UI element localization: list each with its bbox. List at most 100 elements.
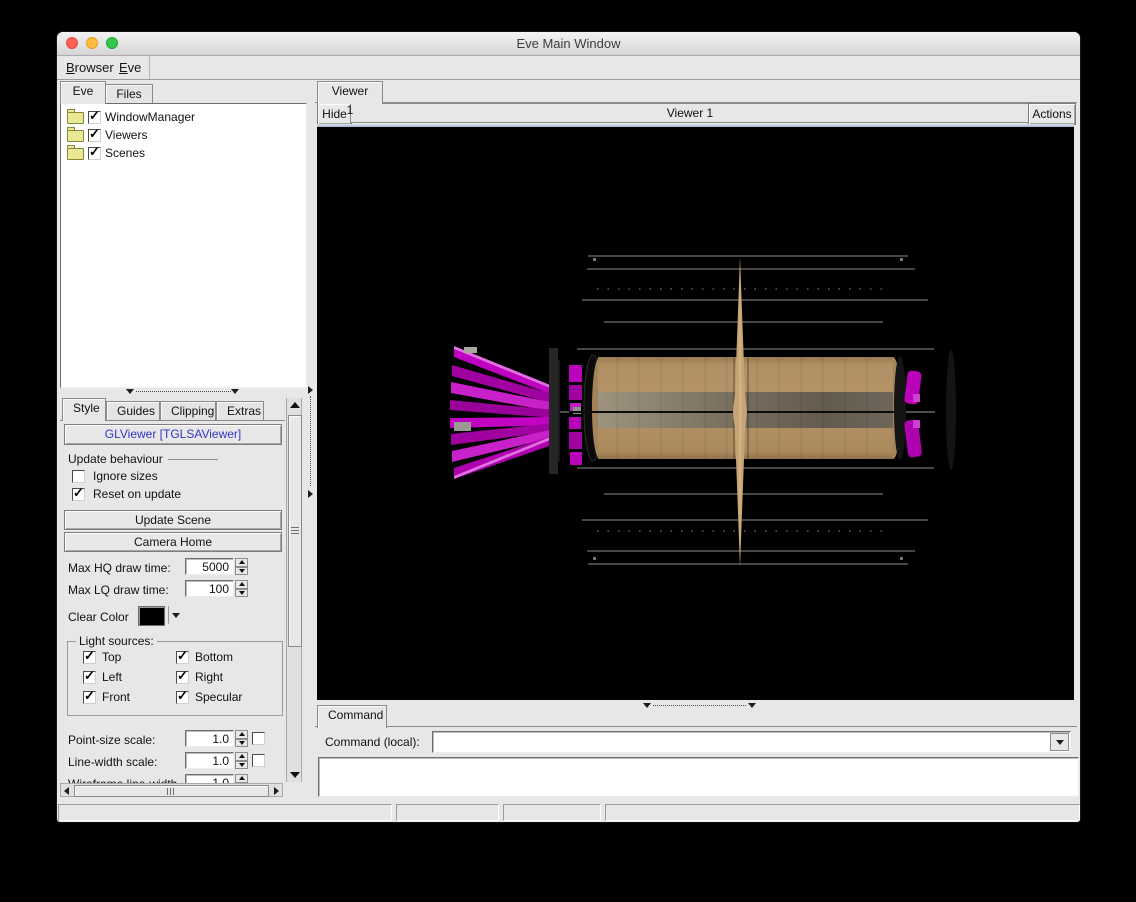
max-hq-input[interactable]: 5000 — [185, 558, 234, 575]
spin-down-icon[interactable] — [235, 760, 248, 769]
light-right-checkbox[interactable] — [176, 668, 189, 684]
reset-on-update-checkbox[interactable] — [72, 485, 85, 501]
line-width-checkbox[interactable] — [252, 754, 265, 767]
tab-extras[interactable]: Extras — [216, 401, 264, 421]
scroll-left-icon[interactable] — [64, 787, 69, 795]
color-dropdown-icon[interactable] — [172, 613, 180, 618]
folder-icon — [67, 145, 84, 160]
max-lq-input[interactable]: 100 — [185, 580, 234, 597]
menu-browser[interactable]: Browser — [63, 59, 117, 76]
tab-viewer-1[interactable]: Viewer 1 — [317, 81, 383, 117]
ignore-sizes-label: Ignore sizes — [93, 469, 158, 483]
style-panel: GLViewer [TGLSAViewer] Update behaviour … — [60, 420, 285, 783]
light-front-row[interactable]: Front — [83, 688, 131, 704]
window-title: Eve Main Window — [516, 36, 621, 51]
tab-clipping[interactable]: Clipping — [160, 401, 216, 421]
spin-up-icon[interactable] — [235, 752, 248, 761]
scroll-up-icon[interactable] — [290, 402, 300, 408]
spin-up-icon[interactable] — [235, 580, 248, 589]
light-bottom-label: Bottom — [195, 650, 234, 664]
light-right-row[interactable]: Right — [176, 668, 224, 684]
light-specular-row[interactable]: Specular — [176, 688, 243, 704]
detector-3d-render[interactable] — [317, 124, 1074, 700]
style-horizontal-scrollbar[interactable] — [60, 783, 283, 797]
max-hq-spinner[interactable] — [235, 558, 248, 575]
windowmanager-checkbox[interactable] — [88, 108, 101, 124]
ignore-sizes-row[interactable]: Ignore sizes — [72, 469, 158, 483]
splitter-arrow-icon — [126, 389, 134, 394]
light-front-label: Front — [102, 690, 131, 704]
splitter-arrow-icon — [643, 703, 651, 708]
point-size-input[interactable]: 1.0 — [185, 730, 234, 747]
spin-down-icon[interactable] — [235, 566, 248, 575]
tab-eve[interactable]: Eve — [60, 81, 106, 104]
max-lq-spinner[interactable] — [235, 580, 248, 597]
viewer-title-bar[interactable]: Viewer 1 — [350, 103, 1030, 123]
viewers-checkbox[interactable] — [88, 126, 101, 142]
left-panel-splitter[interactable] — [60, 387, 305, 396]
command-combobox[interactable] — [432, 731, 1071, 753]
style-vertical-scrollbar[interactable] — [286, 398, 302, 782]
light-left-checkbox[interactable] — [83, 668, 96, 684]
spin-up-icon[interactable] — [235, 730, 248, 739]
ignore-sizes-checkbox[interactable] — [72, 469, 85, 483]
combo-dropdown-button[interactable] — [1050, 733, 1069, 751]
wireframe-spinner[interactable] — [235, 774, 248, 783]
panel-splitter-vertical[interactable] — [306, 386, 315, 498]
light-front-checkbox[interactable] — [83, 688, 96, 704]
titlebar[interactable]: Eve Main Window — [57, 32, 1080, 56]
clear-color-label: Clear Color — [68, 610, 129, 624]
glviewer-button[interactable]: GLViewer [TGLSAViewer] — [64, 424, 282, 445]
scroll-right-icon[interactable] — [274, 787, 279, 795]
light-bottom-row[interactable]: Bottom — [176, 648, 234, 664]
command-tab-rule — [315, 726, 1077, 727]
scrollbar-thumb[interactable] — [74, 785, 269, 797]
splitter-arrow-icon — [748, 703, 756, 708]
spin-down-icon[interactable] — [235, 782, 248, 783]
light-left-row[interactable]: Left — [83, 668, 122, 684]
scroll-down-icon[interactable] — [290, 772, 300, 778]
point-size-checkbox[interactable] — [252, 732, 265, 745]
line-width-spinner[interactable] — [235, 752, 248, 769]
gl-viewport[interactable] — [317, 124, 1074, 700]
thumb-grip — [291, 527, 299, 535]
menu-eve[interactable]: Eve — [116, 59, 144, 76]
tree-item-viewers[interactable]: Viewers — [61, 126, 306, 144]
point-size-label: Point-size scale: — [68, 733, 156, 747]
light-right-label: Right — [195, 670, 224, 684]
tab-command[interactable]: Command — [317, 705, 387, 728]
command-output[interactable] — [318, 757, 1079, 797]
wireframe-input[interactable]: 1.0 — [185, 774, 234, 783]
light-specular-checkbox[interactable] — [176, 688, 189, 704]
inner-endcap-segments — [569, 365, 582, 465]
command-input[interactable] — [435, 734, 1052, 750]
actions-button[interactable]: Actions — [1028, 103, 1076, 125]
tab-files[interactable]: Files — [105, 84, 153, 104]
light-top-checkbox[interactable] — [83, 648, 96, 664]
spin-up-icon[interactable] — [235, 558, 248, 567]
clear-color-swatch[interactable] — [138, 606, 165, 626]
light-top-row[interactable]: Top — [83, 648, 121, 664]
menubar: Browser Eve — [57, 56, 1080, 80]
update-scene-button[interactable]: Update Scene — [64, 510, 282, 530]
spin-down-icon[interactable] — [235, 588, 248, 597]
splitter-arrow-icon — [231, 389, 239, 394]
viewer-command-splitter[interactable] — [317, 701, 1074, 710]
tree-item-windowmanager[interactable]: WindowManager — [61, 108, 306, 126]
tab-guides[interactable]: Guides — [106, 401, 160, 421]
scrollbar-thumb[interactable] — [288, 415, 302, 647]
tab-style[interactable]: Style — [62, 398, 106, 421]
spin-up-icon[interactable] — [235, 774, 248, 783]
spin-down-icon[interactable] — [235, 738, 248, 747]
max-lq-label: Max LQ draw time: — [68, 583, 169, 597]
folder-icon — [67, 127, 84, 142]
light-specular-label: Specular — [195, 690, 243, 704]
light-bottom-checkbox[interactable] — [176, 648, 189, 664]
line-width-input[interactable]: 1.0 — [185, 752, 234, 769]
reset-on-update-row[interactable]: Reset on update — [72, 485, 181, 501]
tree-item-scenes[interactable]: Scenes — [61, 144, 306, 162]
camera-home-button[interactable]: Camera Home — [64, 532, 282, 552]
scenes-checkbox[interactable] — [88, 144, 101, 160]
point-size-spinner[interactable] — [235, 730, 248, 747]
wireframe-label: Wireframe line-width — [68, 777, 177, 783]
